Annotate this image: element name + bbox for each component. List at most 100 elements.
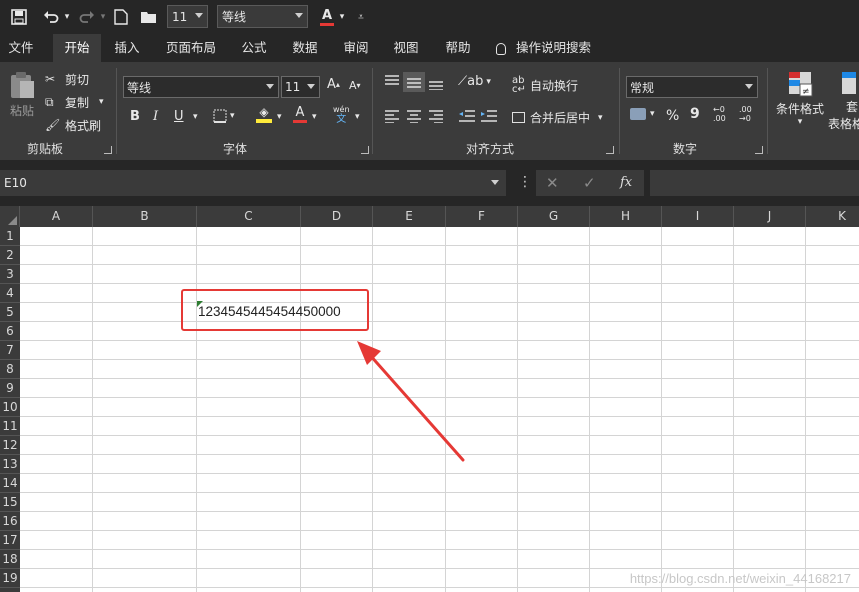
bold-button[interactable]: B: [130, 109, 140, 124]
select-all-corner[interactable]: [0, 206, 20, 227]
row-header-13[interactable]: 13: [0, 455, 20, 474]
name-box-dropdown-icon[interactable]: [491, 180, 499, 185]
tab-formulas[interactable]: 公式: [233, 34, 275, 62]
font-size-select[interactable]: 11: [281, 76, 320, 98]
decrease-decimal-button[interactable]: .00 →0: [739, 105, 759, 123]
tab-help[interactable]: 帮助: [437, 34, 479, 62]
save-icon[interactable]: [8, 6, 30, 28]
font-color-dropdown[interactable]: ▾: [312, 112, 317, 122]
align-bottom-button[interactable]: [428, 76, 444, 90]
align-center-button[interactable]: [406, 109, 422, 123]
row-header-6[interactable]: 6: [0, 322, 20, 341]
number-dialog-launcher[interactable]: [755, 146, 763, 154]
fill-color-dropdown-icon[interactable]: ▾: [277, 112, 282, 122]
insert-function-button[interactable]: fx: [620, 175, 632, 190]
decrease-indent-button[interactable]: [458, 108, 476, 124]
row-header-9[interactable]: 9: [0, 379, 20, 398]
font-dialog-launcher[interactable]: [361, 146, 369, 154]
row-header-10[interactable]: 10: [0, 398, 20, 417]
row-header-17[interactable]: 17: [0, 531, 20, 550]
font-color-button[interactable]: A: [293, 106, 307, 123]
qat-font-name-select[interactable]: 等线: [217, 5, 308, 28]
tab-review[interactable]: 审阅: [335, 34, 377, 62]
row-header-3[interactable]: 3: [0, 265, 20, 284]
qat-font-color-button[interactable]: A: [318, 6, 336, 28]
formula-bar-options-icon[interactable]: ⋮: [518, 175, 532, 189]
new-document-icon[interactable]: [112, 6, 130, 28]
tab-page-layout[interactable]: 页面布局: [158, 34, 224, 62]
merge-center-dropdown-icon[interactable]: ▾: [598, 113, 603, 123]
cut-button[interactable]: ✂ 剪切: [45, 70, 89, 88]
font-name-select[interactable]: 等线: [123, 76, 279, 98]
phonetic-dropdown-icon[interactable]: ▾: [355, 112, 360, 122]
name-box[interactable]: E10: [0, 170, 506, 196]
row-header-16[interactable]: 16: [0, 512, 20, 531]
merge-center-button[interactable]: 合并后居中 ▾: [512, 109, 603, 126]
column-header-i[interactable]: I: [662, 206, 734, 227]
undo-dropdown-icon[interactable]: ▾: [62, 6, 72, 28]
tab-data[interactable]: 数据: [284, 34, 326, 62]
conditional-formatting-dropdown-icon[interactable]: ▾: [798, 117, 803, 127]
accounting-format-button[interactable]: ▾: [630, 108, 655, 120]
align-top-button[interactable]: [384, 74, 400, 88]
formula-input[interactable]: [650, 170, 859, 196]
copy-dropdown-icon[interactable]: ▾: [99, 97, 104, 107]
conditional-formatting-button[interactable]: ≠ 条件格式 ▾: [774, 70, 826, 127]
row-header-15[interactable]: 15: [0, 493, 20, 512]
column-header-b[interactable]: B: [93, 206, 197, 227]
tab-insert[interactable]: 插入: [106, 34, 148, 62]
row-header-1[interactable]: 1: [0, 227, 20, 246]
copy-button[interactable]: ⧉ 复制 ▾: [45, 93, 104, 111]
row-header-2[interactable]: 2: [0, 246, 20, 265]
phonetic-guide-button[interactable]: wén 文: [333, 105, 350, 125]
increase-indent-button[interactable]: [480, 108, 498, 124]
tab-view[interactable]: 视图: [385, 34, 427, 62]
column-header-c[interactable]: C: [197, 206, 301, 227]
tab-file[interactable]: 文件: [0, 34, 42, 62]
column-header-e[interactable]: E: [373, 206, 446, 227]
row-header-5[interactable]: 5: [0, 303, 20, 322]
format-as-table-button[interactable]: 套 表格格: [828, 70, 859, 132]
alignment-dialog-launcher[interactable]: [606, 146, 614, 154]
open-folder-icon[interactable]: [139, 6, 159, 28]
column-header-f[interactable]: F: [446, 206, 518, 227]
underline-dropdown-icon[interactable]: ▾: [193, 112, 198, 122]
tell-me-search[interactable]: 操作说明搜索: [496, 34, 606, 62]
italic-button[interactable]: I: [153, 109, 158, 124]
qat-font-size-select[interactable]: 11: [167, 5, 208, 28]
orientation-button[interactable]: ⟋ab ▾: [458, 74, 491, 89]
column-header-k[interactable]: K: [806, 206, 859, 227]
row-header-11[interactable]: 11: [0, 417, 20, 436]
align-left-button[interactable]: [384, 109, 400, 123]
wrap-text-button[interactable]: ab c↵ 自动换行: [512, 76, 578, 95]
row-header-4[interactable]: 4: [0, 284, 20, 303]
row-header-12[interactable]: 12: [0, 436, 20, 455]
paste-button[interactable]: 粘贴: [6, 70, 38, 130]
row-header-19[interactable]: 19: [0, 569, 20, 588]
row-header-18[interactable]: 18: [0, 550, 20, 569]
shrink-font-button[interactable]: A ▾: [349, 79, 361, 92]
row-header-14[interactable]: 14: [0, 474, 20, 493]
align-middle-button[interactable]: [403, 72, 425, 92]
customize-qat-icon[interactable]: ⩡: [355, 6, 367, 28]
format-painter-button[interactable]: 🖌 格式刷: [45, 116, 101, 134]
column-header-j[interactable]: J: [734, 206, 806, 227]
undo-icon[interactable]: [40, 6, 62, 28]
comma-style-button[interactable]: 9: [690, 106, 700, 122]
column-header-a[interactable]: A: [20, 206, 93, 227]
align-right-button[interactable]: [428, 109, 444, 123]
borders-dropdown-icon[interactable]: ▾: [230, 111, 235, 121]
grow-font-button[interactable]: A ▴: [327, 77, 340, 92]
increase-decimal-button[interactable]: ←0.00: [713, 105, 733, 123]
font-color-dropdown-icon[interactable]: ▾: [337, 6, 347, 28]
percent-button[interactable]: %: [666, 108, 679, 124]
number-format-select[interactable]: 常规: [626, 76, 758, 98]
tab-home[interactable]: 开始: [53, 34, 101, 62]
column-header-g[interactable]: G: [518, 206, 590, 227]
accounting-dropdown-icon[interactable]: ▾: [650, 109, 655, 119]
underline-button[interactable]: U: [174, 109, 184, 124]
row-header-8[interactable]: 8: [0, 360, 20, 379]
fill-color-button[interactable]: ◈: [256, 106, 272, 123]
row-header-7[interactable]: 7: [0, 341, 20, 360]
clipboard-dialog-launcher[interactable]: [104, 146, 112, 154]
